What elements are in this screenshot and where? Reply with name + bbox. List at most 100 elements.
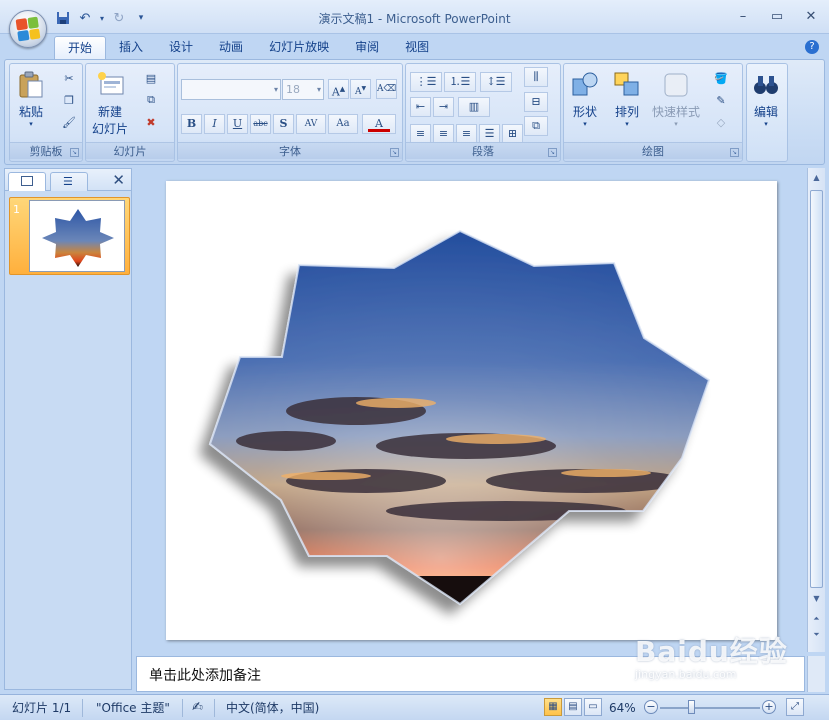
character-spacing-icon[interactable]: AV: [296, 114, 326, 134]
clipboard-launcher-icon[interactable]: ↘: [70, 148, 79, 157]
office-button[interactable]: [9, 10, 47, 48]
slide-sorter-icon[interactable]: ▤: [564, 698, 582, 716]
distributed-icon[interactable]: ⊞: [502, 124, 523, 144]
zoom-out-icon[interactable]: −: [644, 700, 658, 714]
shrink-font-icon[interactable]: A▼: [350, 79, 371, 99]
align-right-icon[interactable]: ≡: [456, 124, 477, 144]
shape-effects-icon[interactable]: ◇: [712, 114, 730, 130]
italic-icon[interactable]: I: [204, 114, 225, 134]
slides-panel: ☰ ✕ 1: [4, 168, 132, 690]
paste-button[interactable]: 粘贴 ▾: [16, 70, 46, 128]
increase-indent-icon[interactable]: ⇥: [433, 97, 454, 117]
normal-view-icon[interactable]: ▦: [544, 698, 562, 716]
underline-icon[interactable]: U: [227, 114, 248, 134]
ribbon: 粘贴 ▾ ✂ ❐ 🖌 剪贴板 ↘ 新建 幻灯片 ▤ ⧉ ✖ 幻灯片 ▾ 18 ▾…: [4, 59, 825, 165]
shape-outline-icon[interactable]: ✎: [712, 92, 730, 108]
paragraph-group-label: 段落: [406, 142, 560, 159]
slide-show-view-icon[interactable]: ▭: [584, 698, 602, 716]
slides-tab-icon: [21, 176, 33, 186]
scroll-thumb[interactable]: [810, 190, 823, 588]
bold-icon[interactable]: B: [181, 114, 202, 134]
line-spacing-icon[interactable]: ↕☰: [480, 72, 512, 92]
arrange-button[interactable]: 排列 ▾: [612, 70, 642, 128]
help-icon[interactable]: ?: [805, 40, 819, 54]
delete-slide-icon[interactable]: ✖: [142, 114, 160, 130]
format-painter-icon[interactable]: 🖌: [60, 114, 78, 130]
font-group: ▾ 18 ▾ A▲ A▼ A⌫ B I U abc S AV Aa A 字体 ↘: [177, 63, 403, 162]
smartart-icon[interactable]: ⧉: [524, 116, 548, 136]
slides-group-label: 幻灯片: [86, 142, 174, 159]
align-text-icon[interactable]: ⊟: [524, 92, 548, 112]
tab-insert[interactable]: 插入: [106, 36, 156, 60]
reset-icon[interactable]: ⧉: [142, 92, 160, 108]
grow-font-icon[interactable]: A▲: [328, 79, 349, 99]
slides-group: 新建 幻灯片 ▤ ⧉ ✖ 幻灯片: [85, 63, 175, 162]
change-case-icon[interactable]: Aa: [328, 114, 358, 134]
text-direction-icon[interactable]: ⫼: [524, 67, 548, 87]
previous-slide-icon[interactable]: ⏶: [809, 612, 824, 626]
tab-animations[interactable]: 动画: [206, 36, 256, 60]
watermark-sub: jingyan.baidu.com: [635, 668, 737, 681]
shape-fill-icon[interactable]: 🪣: [712, 70, 730, 86]
spell-check-icon[interactable]: ✍: [192, 699, 203, 717]
font-name-dropdown-icon: ▾: [273, 85, 278, 94]
editing-group: 编辑 ▾: [746, 63, 788, 162]
zoom-in-icon[interactable]: +: [762, 700, 776, 714]
font-color-icon[interactable]: A: [362, 114, 396, 134]
align-left-icon[interactable]: ≡: [410, 124, 431, 144]
paste-dropdown-icon: ▾: [29, 120, 33, 128]
clear-formatting-icon[interactable]: A⌫: [376, 79, 397, 99]
tab-review[interactable]: 审阅: [342, 36, 392, 60]
star-picture[interactable]: [166, 181, 777, 640]
text-shadow-icon[interactable]: S: [273, 114, 294, 134]
cut-icon[interactable]: ✂: [60, 70, 78, 86]
font-size-combo[interactable]: 18 ▾: [282, 79, 324, 100]
justify-icon[interactable]: ☰: [479, 124, 500, 144]
drawing-launcher-icon[interactable]: ↘: [730, 148, 739, 157]
strikethrough-icon[interactable]: abc: [250, 114, 271, 134]
tab-outline[interactable]: ☰: [50, 172, 88, 191]
zoom-slider-thumb[interactable]: [688, 700, 695, 714]
tab-design[interactable]: 设计: [156, 36, 206, 60]
tab-slide-show[interactable]: 幻灯片放映: [256, 36, 342, 60]
editing-button[interactable]: 编辑 ▾: [751, 70, 781, 128]
new-slide-button[interactable]: 新建 幻灯片: [92, 70, 128, 137]
slide-canvas[interactable]: [166, 181, 777, 640]
close-icon[interactable]: ✕: [801, 8, 821, 24]
paste-icon: [19, 71, 43, 98]
slide-vertical-scrollbar[interactable]: ▲ ▼ ⏶ ⏷: [807, 168, 825, 652]
decrease-indent-icon[interactable]: ⇤: [410, 97, 431, 117]
minimize-icon[interactable]: –: [733, 8, 753, 24]
tab-slides[interactable]: [8, 172, 46, 191]
layout-icon[interactable]: ▤: [142, 70, 160, 86]
paragraph-launcher-icon[interactable]: ↘: [548, 148, 557, 157]
font-name-combo[interactable]: ▾: [181, 79, 281, 100]
panel-close-icon[interactable]: ✕: [112, 171, 125, 189]
slide-editing-area: [136, 168, 805, 652]
tab-view[interactable]: 视图: [392, 36, 442, 60]
clipboard-group: 粘贴 ▾ ✂ ❐ 🖌 剪贴板 ↘: [9, 63, 83, 162]
zoom-level[interactable]: 64%: [609, 699, 636, 717]
fit-to-window-icon[interactable]: ⤢: [786, 698, 804, 716]
tab-home[interactable]: 开始: [54, 36, 107, 60]
align-center-icon[interactable]: ≡: [433, 124, 454, 144]
office-logo-icon: [15, 16, 41, 42]
next-slide-icon[interactable]: ⏷: [809, 628, 824, 642]
font-size-dropdown-icon: ▾: [316, 85, 321, 94]
font-launcher-icon[interactable]: ↘: [390, 148, 399, 157]
notes-scrollbar[interactable]: [807, 656, 825, 692]
columns-icon[interactable]: ▥: [458, 97, 490, 117]
slide-thumbnail[interactable]: [29, 200, 125, 272]
title-bar: ↶ ▾ ↻ ▾ 演示文稿1 - Microsoft PowerPoint – ▭…: [0, 0, 829, 34]
zoom-slider-track[interactable]: [660, 707, 760, 709]
copy-icon[interactable]: ❐: [60, 92, 78, 108]
bullets-icon[interactable]: ⋮☰: [410, 72, 442, 92]
numbering-icon[interactable]: ⒈☰: [444, 72, 476, 92]
shapes-button[interactable]: 形状 ▾: [570, 70, 600, 128]
maximize-icon[interactable]: ▭: [767, 8, 787, 24]
scroll-down-icon[interactable]: ▼: [809, 592, 824, 606]
outline-tab-icon: ☰: [63, 175, 73, 188]
quick-styles-button[interactable]: 快速样式 ▾: [652, 70, 700, 128]
scroll-up-icon[interactable]: ▲: [809, 171, 824, 185]
font-size-value: 18: [286, 83, 300, 96]
